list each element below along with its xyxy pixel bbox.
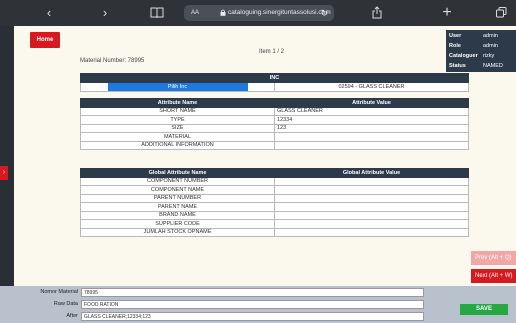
raw-data-field[interactable]: FOOD RATION bbox=[81, 300, 424, 309]
url-text: cataloguing.sinergituntassolusi.com bbox=[228, 9, 331, 16]
table-row: COMPONENT NAME bbox=[80, 185, 469, 195]
table-row: COMPONENT NUMBER bbox=[80, 176, 469, 186]
global-attribute-name: COMPONENT NAME bbox=[80, 185, 275, 195]
attribute-name: SHORT NAME bbox=[80, 106, 275, 116]
item-counter: Item 1 / 2 bbox=[259, 49, 285, 55]
global-attribute-value-input[interactable] bbox=[274, 219, 469, 229]
forward-icon[interactable]: › bbox=[96, 4, 114, 22]
inc-header: INC bbox=[79, 73, 470, 83]
book-icon[interactable] bbox=[148, 4, 166, 22]
nomor-material-field[interactable]: 78995 bbox=[81, 288, 424, 297]
global-attribute-value-input[interactable] bbox=[274, 202, 469, 212]
table-row: SHORT NAME GLASS CLEANER bbox=[80, 106, 469, 116]
attribute-table: Attribute Name Attribute Value SHORT NAM… bbox=[80, 98, 469, 150]
role-value: admin bbox=[483, 43, 498, 49]
attribute-value-input[interactable]: 12334 bbox=[274, 115, 469, 125]
attribute-value-input[interactable]: 123 bbox=[274, 123, 469, 133]
next-button[interactable]: Next (Alt + W) bbox=[471, 269, 516, 283]
user-info-panel: User admin Role admin Cataloguer rizky Stat… bbox=[446, 30, 516, 72]
user-value: admin bbox=[483, 33, 498, 39]
home-button[interactable]: Home bbox=[30, 32, 60, 48]
table-row: BRAND NAME bbox=[80, 210, 469, 220]
cataloguer-key: Cataloguer bbox=[449, 53, 478, 59]
inc-value: 02594 - GLASS CLEANER bbox=[273, 81, 470, 92]
nomor-material-label: Nomor Material bbox=[40, 289, 78, 295]
global-attribute-value-input[interactable] bbox=[274, 227, 469, 237]
attribute-value-input[interactable]: GLASS CLEANER bbox=[274, 106, 469, 116]
attribute-name: MATERIAL bbox=[80, 132, 275, 142]
sidebar-toggle-button[interactable]: › bbox=[0, 166, 8, 180]
lock-icon bbox=[220, 9, 226, 16]
attribute-name: ADDITIONAL INFORMATION bbox=[80, 140, 275, 150]
material-number-label: Material Number: 78995 bbox=[80, 58, 145, 64]
global-attribute-value-header: Global Attribute Value bbox=[274, 168, 469, 178]
address-bar[interactable]: AA cataloguing.sinergituntassolusi.com ↻ bbox=[184, 5, 334, 21]
user-key: User bbox=[449, 33, 462, 39]
cataloguer-value: rizky bbox=[483, 53, 495, 59]
status-value: NAMED bbox=[483, 63, 503, 69]
inc-table: INC Pilih Inc 02594 - GLASS CLEANER bbox=[79, 73, 470, 92]
table-row: MATERIAL bbox=[80, 132, 469, 142]
tabs-overview-icon[interactable] bbox=[492, 4, 510, 22]
global-attribute-name-header: Global Attribute Name bbox=[80, 168, 275, 178]
table-row: SIZE 123 bbox=[80, 123, 469, 133]
reload-icon[interactable]: ↻ bbox=[320, 5, 328, 21]
attribute-value-input[interactable] bbox=[274, 140, 469, 150]
attribute-name: SIZE bbox=[80, 123, 275, 133]
table-row: ADDITIONAL INFORMATION bbox=[80, 140, 469, 150]
global-attribute-value-input[interactable] bbox=[274, 185, 469, 195]
back-icon[interactable]: ‹ bbox=[40, 4, 58, 22]
attribute-name: TYPE bbox=[80, 115, 275, 125]
reader-aa-button[interactable]: AA bbox=[191, 5, 199, 21]
global-attribute-value-input[interactable] bbox=[274, 210, 469, 220]
global-attribute-value-input[interactable] bbox=[274, 176, 469, 186]
new-tab-icon[interactable]: + bbox=[438, 4, 456, 22]
after-field[interactable]: GLASS CLEANER;12334;123 bbox=[81, 312, 424, 321]
attribute-name-header: Attribute Name bbox=[80, 98, 275, 108]
cataloguing-page: Home Item 1 / 2 Material Number: 78995 U… bbox=[14, 26, 516, 286]
global-attribute-name: JUMLAH STOCK OPNAME bbox=[80, 227, 275, 237]
attribute-value-input[interactable] bbox=[274, 132, 469, 142]
global-attribute-name: COMPONENT NUMBER bbox=[80, 176, 275, 186]
global-attribute-value-input[interactable] bbox=[274, 193, 469, 203]
status-key: Status bbox=[449, 63, 466, 69]
table-row: PARENT NUMBER bbox=[80, 193, 469, 203]
table-row: TYPE 12334 bbox=[80, 115, 469, 125]
attribute-value-header: Attribute Value bbox=[274, 98, 469, 108]
browser-toolbar: ‹ › AA cataloguing.sinergituntassolusi.c… bbox=[0, 0, 516, 26]
role-key: Role bbox=[449, 43, 461, 49]
table-row: JUMLAH STOCK OPNAME bbox=[80, 227, 469, 237]
bottom-panel: Nomor Material 78995 Raw Data FOOD RATIO… bbox=[0, 286, 516, 323]
table-row: SUPPLIER CODE bbox=[80, 219, 469, 229]
raw-data-label: Raw Data bbox=[53, 301, 78, 307]
global-attribute-name: SUPPLIER CODE bbox=[80, 219, 275, 229]
after-label: After bbox=[66, 313, 78, 319]
global-attribute-table: Global Attribute Name Global Attribute V… bbox=[80, 168, 469, 237]
prev-button[interactable]: Prev (Alt + Q) bbox=[471, 251, 516, 265]
save-button[interactable]: SAVE bbox=[460, 304, 508, 315]
global-attribute-name: PARENT NAME bbox=[80, 202, 275, 212]
global-attribute-name: PARENT NUMBER bbox=[80, 193, 275, 203]
table-row: PARENT NAME bbox=[80, 202, 469, 212]
share-icon[interactable] bbox=[368, 4, 386, 22]
global-attribute-name: BRAND NAME bbox=[80, 210, 275, 220]
inc-select[interactable]: Pilih Inc bbox=[107, 83, 248, 90]
